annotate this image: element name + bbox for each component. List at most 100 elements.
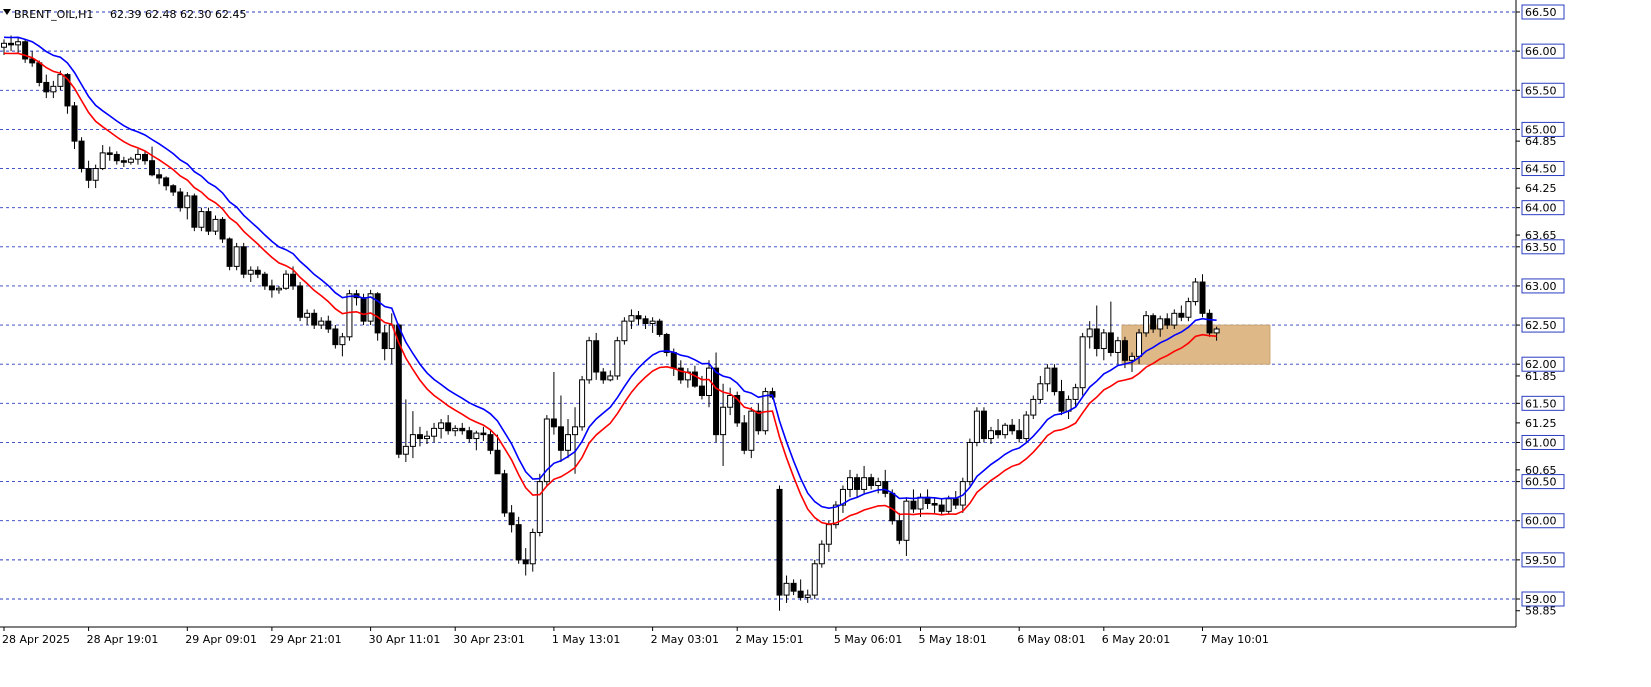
candle-body-down <box>868 477 875 487</box>
candle <box>311 309 318 329</box>
price-tick-label: 59.50 <box>1525 554 1557 567</box>
candle-body-down <box>1199 281 1206 314</box>
candle <box>381 325 388 361</box>
candle-body-down <box>741 422 748 451</box>
candle <box>635 310 642 326</box>
candle-body-down <box>226 238 233 267</box>
candle <box>790 579 797 596</box>
candle-body-down <box>325 320 332 330</box>
ma-slow-line <box>3 52 1217 526</box>
price-axis[interactable]: 66.5066.0065.5065.0064.8564.5064.2564.00… <box>1516 4 1565 618</box>
candle <box>445 415 452 435</box>
candle <box>416 426 423 447</box>
candle <box>811 559 818 599</box>
candle <box>1023 411 1030 443</box>
candle <box>205 207 212 236</box>
candle-body-up <box>233 246 240 267</box>
candle <box>170 184 177 196</box>
candle <box>663 332 670 357</box>
time-tick-label: 2 May 15:01 <box>735 633 803 646</box>
candle-body-up <box>1114 340 1121 353</box>
candle <box>656 318 663 337</box>
candle-body-down <box>670 351 677 369</box>
candle <box>614 336 621 380</box>
candle-body-down <box>459 427 466 432</box>
price-tick-label: 63.00 <box>1525 280 1557 293</box>
candle-body-down <box>635 315 642 320</box>
candle-body-up <box>903 500 910 541</box>
candle-body-up <box>529 531 536 565</box>
candle <box>1093 305 1100 357</box>
candle-body-down <box>1009 424 1016 432</box>
candle <box>388 313 395 365</box>
candle <box>557 395 564 463</box>
candle-body-down <box>1093 328 1100 350</box>
candle-body-down <box>1107 332 1114 353</box>
candle-body-up <box>628 315 635 322</box>
candle-body-down <box>85 168 92 181</box>
candle <box>804 589 811 603</box>
candle-body-up <box>1100 332 1107 350</box>
candle-body-down <box>445 422 452 432</box>
candle-body-down <box>8 42 15 46</box>
candle <box>508 505 515 533</box>
candle <box>839 485 846 513</box>
candle-body-down <box>713 367 720 436</box>
candle-body-up <box>1157 318 1164 330</box>
time-tick-label: 28 Apr 19:01 <box>87 633 159 646</box>
candle-body-up <box>727 395 734 408</box>
candle <box>882 469 889 498</box>
candle <box>184 192 191 220</box>
candle-body-up <box>649 320 656 325</box>
chart-window: 66.50 66.00 65.50 65.00 64.85 64.50 64.25 64.00… <box>0 0 1651 687</box>
candle-body-down <box>177 191 184 209</box>
candle <box>720 383 727 466</box>
candle-body-up <box>134 153 141 160</box>
time-axis[interactable]: 28 Apr 2025 28 Apr 19:01 29 Apr 09:01 29 Ap… <box>2 627 1269 646</box>
candle <box>973 407 980 447</box>
candle-body-down <box>360 297 367 322</box>
candle <box>847 469 853 498</box>
candle <box>409 411 416 459</box>
candle-body-up <box>1023 414 1030 440</box>
candle <box>127 156 134 165</box>
candle-body-up <box>818 543 825 565</box>
candle-body-down <box>854 477 861 490</box>
candle <box>106 146 113 161</box>
candle-body-up <box>212 218 219 232</box>
price-tick-label: 58.85 <box>1525 605 1557 618</box>
candle-body-up <box>607 375 614 381</box>
candle <box>487 430 494 455</box>
candle-body-up <box>1044 367 1051 385</box>
candle-body-down <box>156 174 163 179</box>
candle-body-up <box>198 211 205 228</box>
candle-body-up <box>804 594 811 598</box>
candle <box>903 497 910 556</box>
candle <box>71 102 78 149</box>
candle-body-up <box>748 410 755 451</box>
candle <box>149 146 156 177</box>
candle-body-down <box>205 211 212 232</box>
candle-body-down <box>1206 312 1213 334</box>
candle <box>212 215 219 236</box>
candle <box>283 270 289 290</box>
dropdown-triangle-icon[interactable] <box>3 9 11 15</box>
price-tick-label: 63.50 <box>1525 241 1557 254</box>
candle <box>15 37 22 53</box>
price-tick-label: 64.85 <box>1525 135 1557 148</box>
candle-body-down <box>381 332 388 350</box>
candle-body-down <box>522 559 529 565</box>
candle-body-up <box>431 427 438 437</box>
price-tick-label: 64.25 <box>1525 182 1557 195</box>
candle <box>727 387 734 416</box>
time-tick-label: 29 Apr 21:01 <box>270 633 342 646</box>
candle-body-down <box>938 504 945 512</box>
candle <box>684 368 691 388</box>
candle <box>318 317 325 329</box>
candle-body-down <box>191 195 198 228</box>
chart-header: BRENT_OIL,H1 62.39 62.48 62.30 62.45 <box>3 8 246 21</box>
candlestick-chart: 66.5066.0065.5065.0064.8564.5064.2564.00… <box>0 0 1565 646</box>
candle <box>1185 297 1192 322</box>
candle-body-up <box>720 406 727 436</box>
candle <box>247 266 254 283</box>
